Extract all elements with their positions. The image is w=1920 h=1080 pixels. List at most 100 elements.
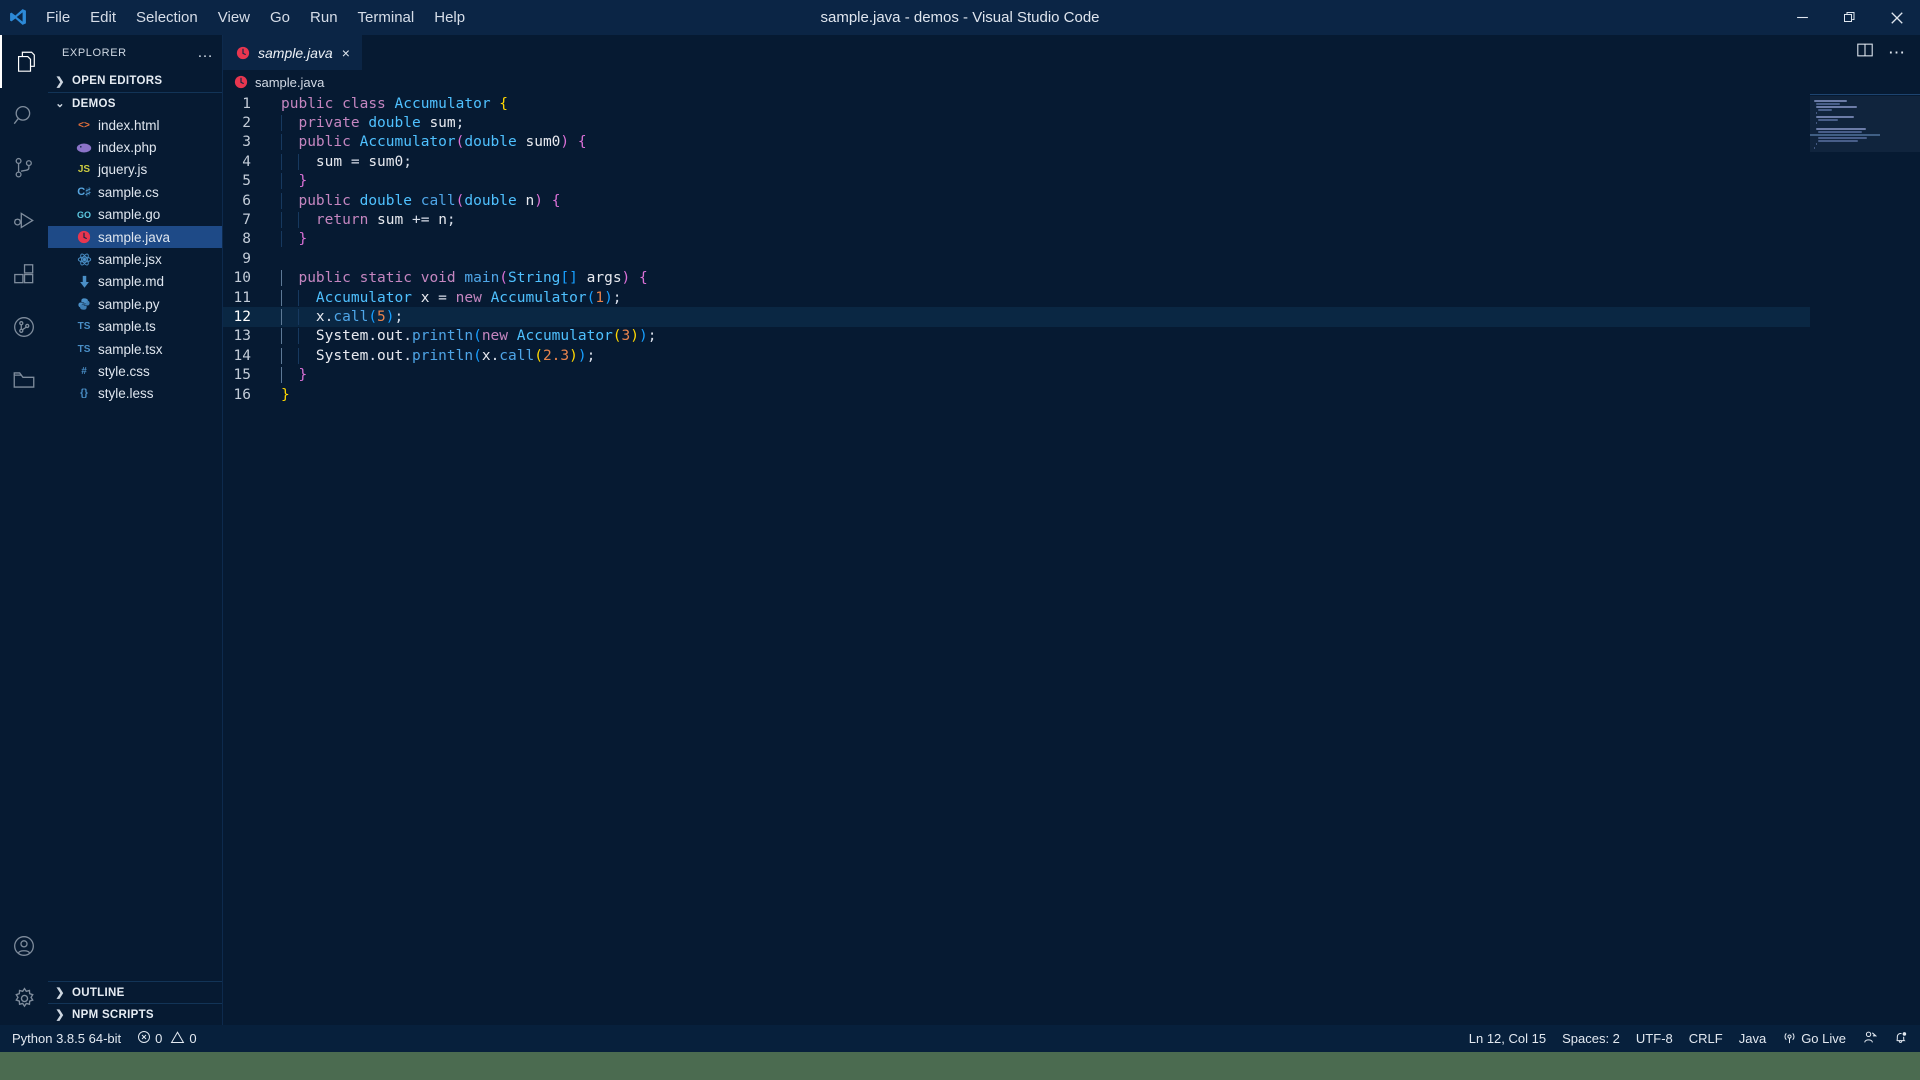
line-content[interactable]: public double call(double n) {: [273, 192, 560, 209]
section-npm-scripts[interactable]: ❯ NPM SCRIPTS: [48, 1003, 222, 1025]
line-content[interactable]: }: [273, 231, 307, 248]
code-line[interactable]: 2 private double sum;: [223, 113, 1810, 132]
activity-item-settings[interactable]: [0, 972, 48, 1025]
line-content[interactable]: public Accumulator(double sum0) {: [273, 134, 587, 151]
line-content[interactable]: sum = sum0;: [273, 153, 412, 170]
split-editor-icon[interactable]: [1856, 41, 1874, 64]
tab-label: sample.java: [258, 44, 333, 61]
code-line[interactable]: 9: [223, 249, 1810, 268]
status-python-interpreter[interactable]: Python 3.8.5 64-bit: [4, 1025, 129, 1052]
activity-item-explorer[interactable]: [0, 35, 48, 88]
line-number: 15: [233, 367, 251, 384]
line-content[interactable]: }: [273, 387, 290, 403]
line-content[interactable]: public static void main(String[] args) {: [273, 270, 648, 287]
code-line[interactable]: 1 public class Accumulator {: [223, 94, 1810, 113]
code-line[interactable]: 8 }: [223, 230, 1810, 249]
minimap-slider[interactable]: [1810, 96, 1920, 152]
activity-item-run-and-debug[interactable]: [0, 194, 48, 247]
code-line[interactable]: 6 public double call(double n) {: [223, 191, 1810, 210]
activity-item-folder[interactable]: [0, 353, 48, 406]
file-item-sample-java[interactable]: sample.java: [48, 225, 222, 249]
status-indentation[interactable]: Spaces: 2: [1554, 1025, 1628, 1052]
file-item-index-php[interactable]: index.php: [48, 136, 222, 158]
activity-item-search[interactable]: [0, 88, 48, 141]
line-content[interactable]: private double sum;: [273, 115, 464, 132]
editor-toolbar: ⋯: [1856, 35, 1920, 70]
file-item-label: sample.ts: [98, 319, 156, 335]
status-encoding[interactable]: UTF-8: [1628, 1025, 1681, 1052]
tab-close-icon[interactable]: ×: [340, 45, 352, 61]
menu-bar[interactable]: File Edit Selection View Go Run Terminal…: [36, 0, 475, 35]
code-line[interactable]: 7 return sum += n;: [223, 210, 1810, 229]
code-line[interactable]: 11 Accumulator x = new Accumulator(1);: [223, 288, 1810, 307]
status-language-mode[interactable]: Java: [1731, 1025, 1774, 1052]
menu-edit[interactable]: Edit: [80, 0, 126, 35]
status-eol[interactable]: CRLF: [1681, 1025, 1731, 1052]
menu-terminal[interactable]: Terminal: [348, 0, 425, 35]
file-tree[interactable]: <> index.html index.php JS jquery.js C♯ sample…: [48, 114, 222, 405]
status-problems[interactable]: 0 0: [129, 1025, 204, 1052]
activity-item-accounts[interactable]: [0, 919, 48, 972]
code-line[interactable]: 14 System.out.println(x.call(2.3));: [223, 346, 1810, 365]
line-content[interactable]: Accumulator x = new Accumulator(1);: [273, 289, 622, 306]
line-content[interactable]: public class Accumulator {: [273, 96, 508, 112]
activity-item-extensions[interactable]: [0, 247, 48, 300]
activity-item-source-control[interactable]: [0, 141, 48, 194]
line-content[interactable]: }: [273, 367, 307, 384]
code-editor[interactable]: 1 public class Accumulator {2 private dou…: [223, 94, 1920, 1025]
menu-run[interactable]: Run: [300, 0, 348, 35]
code-line[interactable]: 3 public Accumulator(double sum0) {: [223, 133, 1810, 152]
status-feedback[interactable]: [1854, 1025, 1885, 1052]
line-content[interactable]: System.out.println(new Accumulator(3));: [273, 328, 656, 345]
ellipsis-icon[interactable]: ⋯: [1888, 44, 1906, 61]
minimap[interactable]: [1810, 94, 1920, 1025]
code-line[interactable]: 5 }: [223, 172, 1810, 191]
file-item-sample-ts[interactable]: TS sample.ts: [48, 316, 222, 338]
section-open-editors[interactable]: ❯ OPEN EDITORS: [48, 70, 222, 92]
code-line[interactable]: 15 }: [223, 365, 1810, 384]
status-notifications[interactable]: [1885, 1025, 1916, 1052]
file-item-style-less[interactable]: {} style.less: [48, 383, 222, 405]
file-item-sample-py[interactable]: sample.py: [48, 293, 222, 315]
code-line[interactable]: 12 x.call(5);: [223, 307, 1810, 327]
minimize-button[interactable]: [1779, 0, 1826, 35]
file-item-sample-jsx[interactable]: sample.jsx: [48, 248, 222, 270]
code-line[interactable]: 16}: [223, 385, 1810, 404]
window-controls[interactable]: [1779, 0, 1920, 35]
file-item-sample-md[interactable]: sample.md: [48, 271, 222, 293]
file-item-sample-go[interactable]: GO sample.go: [48, 204, 222, 226]
menu-file[interactable]: File: [36, 0, 80, 35]
menu-help[interactable]: Help: [424, 0, 475, 35]
line-content[interactable]: System.out.println(x.call(2.3));: [273, 347, 595, 364]
code-line[interactable]: 10 public static void main(String[] args…: [223, 269, 1810, 288]
menu-view[interactable]: View: [208, 0, 260, 35]
menu-selection[interactable]: Selection: [126, 0, 208, 35]
activity-item-gitlens[interactable]: [0, 300, 48, 353]
status-go-live[interactable]: Go Live: [1774, 1025, 1854, 1052]
file-item-style-css[interactable]: # style.css: [48, 360, 222, 382]
restore-button[interactable]: [1826, 0, 1873, 35]
menu-go[interactable]: Go: [260, 0, 300, 35]
breadcrumb[interactable]: sample.java: [223, 70, 1920, 94]
file-item-label: style.css: [98, 363, 150, 379]
line-content[interactable]: x.call(5);: [273, 308, 403, 325]
section-demos[interactable]: ⌄ DEMOS: [48, 92, 222, 114]
bell-dot-icon: [1893, 1030, 1908, 1048]
file-item-label: index.php: [98, 140, 157, 156]
code-line[interactable]: 13 System.out.println(new Accumulator(3)…: [223, 327, 1810, 346]
line-content[interactable]: return sum += n;: [273, 212, 456, 229]
close-button[interactable]: [1873, 0, 1920, 35]
file-item-sample-cs[interactable]: C♯ sample.cs: [48, 181, 222, 203]
code-line[interactable]: 4 sum = sum0;: [223, 152, 1810, 171]
file-item-sample-tsx[interactable]: TS sample.tsx: [48, 338, 222, 360]
file-item-index-html[interactable]: <> index.html: [48, 114, 222, 136]
status-cursor-position[interactable]: Ln 12, Col 15: [1461, 1025, 1554, 1052]
line-content[interactable]: }: [273, 173, 307, 190]
status-warning-count: 0: [189, 1031, 197, 1046]
code-lines[interactable]: 1 public class Accumulator {2 private dou…: [223, 94, 1810, 1025]
section-outline[interactable]: ❯ OUTLINE: [48, 981, 222, 1003]
indent-guide: [281, 192, 282, 209]
file-item-jquery-js[interactable]: JS jquery.js: [48, 159, 222, 181]
sidebar-more-actions-icon[interactable]: …: [197, 44, 214, 60]
tab-sample-java[interactable]: sample.java ×: [223, 35, 363, 70]
